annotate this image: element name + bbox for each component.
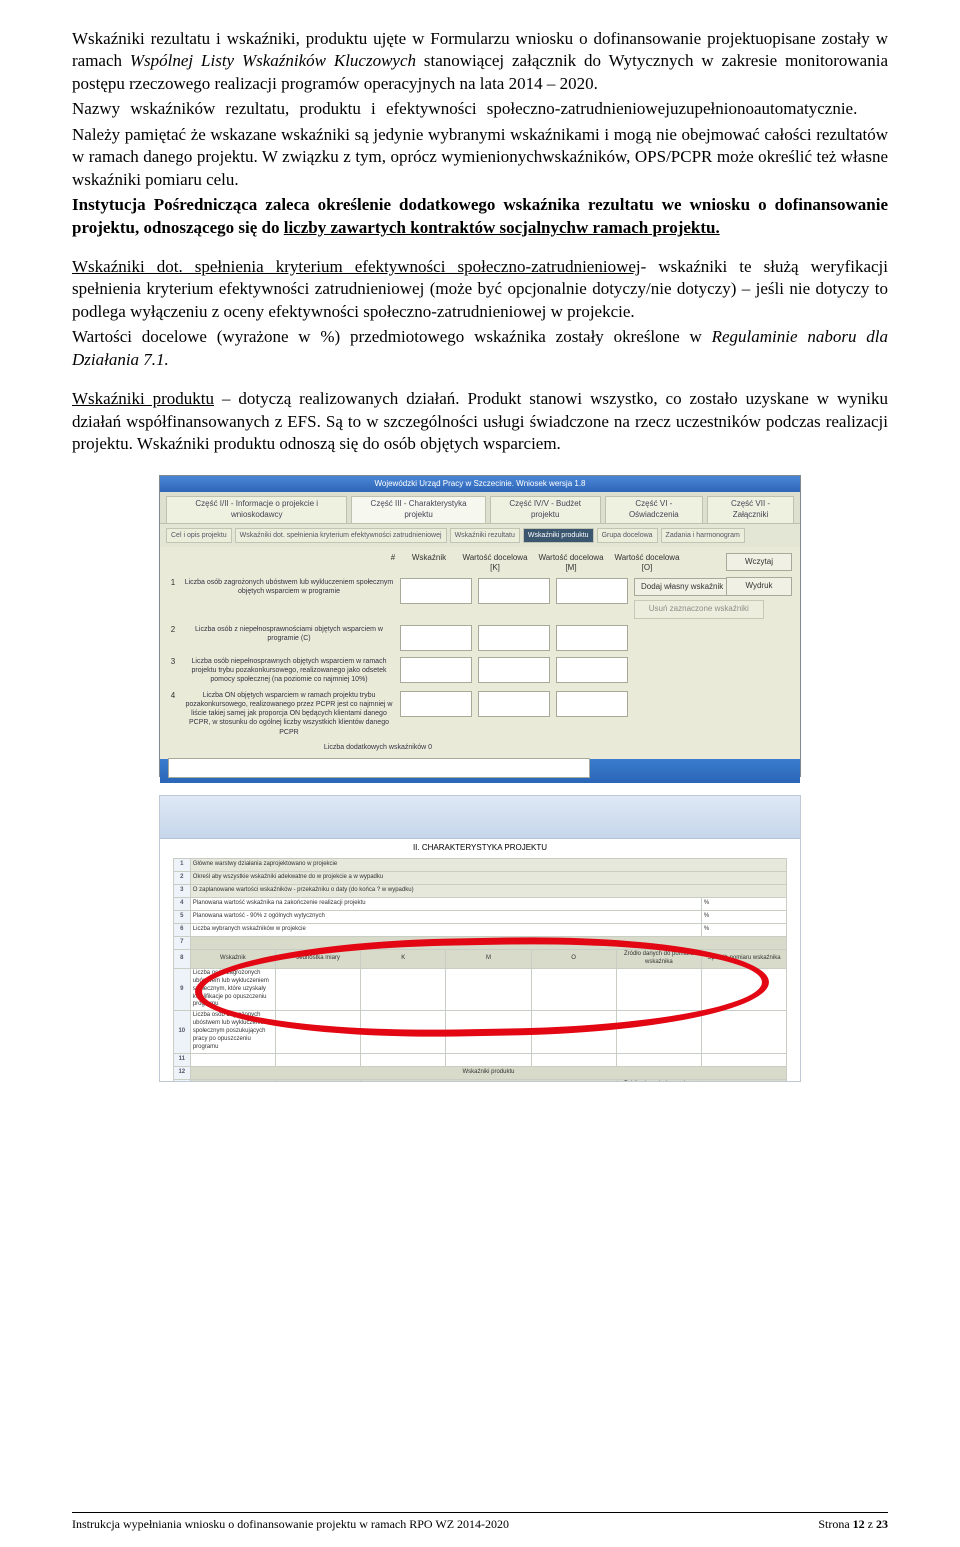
section2: Wskaźniki produktu: [190, 1066, 786, 1079]
extra-label: Liczba dodatkowych wskaźników 0: [168, 743, 588, 752]
subtab-zadania[interactable]: Zadania i harmonogram: [661, 528, 745, 543]
row3-k[interactable]: [400, 657, 472, 683]
tab-decl[interactable]: Część VI - Oświadczenia: [605, 496, 703, 522]
footer-right: Strona 12 z 23: [818, 1517, 888, 1533]
app-tabs: Część I/II - Informacje o projekcie i wn…: [160, 492, 800, 523]
paragraph-3: Należy pamiętać że wskazane wskaźniki są…: [72, 124, 888, 191]
row3-m[interactable]: [478, 657, 550, 683]
subtab-efekt[interactable]: Wskaźniki dot. spełnienia kryterium efek…: [235, 528, 447, 543]
p2-b: zatrudnieniowejuzupełnionoautomatycznie.: [560, 99, 857, 118]
app-subtabs: Cel i opis projektu Wskaźniki dot. spełn…: [160, 524, 800, 547]
col-hash: #: [388, 553, 398, 574]
paragraph-7: Wskaźniki produktu – dotyczą realizowany…: [72, 388, 888, 455]
th2-jm: Jednostka miary: [275, 1079, 360, 1082]
extra-input[interactable]: [168, 758, 590, 778]
col-o: Wartość docelowa [O]: [612, 553, 682, 574]
row3-o[interactable]: [556, 657, 628, 683]
th2-wd: Wartość docelowa: [361, 1079, 617, 1082]
tab-budget[interactable]: Część IV/V - Budżet projektu: [490, 496, 601, 522]
tab-char[interactable]: Część III - Charakterystyka projektu: [351, 496, 485, 522]
row4-idx: 4: [168, 691, 178, 702]
rownum: 1: [173, 858, 190, 871]
row4-m[interactable]: [478, 691, 550, 717]
row2-k[interactable]: [400, 625, 472, 651]
paragraph-6: Wartości docelowe (wyrażone w %) przedmi…: [72, 326, 888, 371]
row3-idx: 3: [168, 657, 178, 668]
paragraph-1: Wskaźniki rezultatu i wskaźniki, produkt…: [72, 28, 888, 95]
col-m: Wartość docelowa [M]: [536, 553, 606, 574]
th2-src: Źródło danych do pomiaru wskaźnika: [616, 1079, 701, 1082]
row1-m[interactable]: [478, 578, 550, 604]
th2-wsk: Wskaźnik: [190, 1079, 275, 1082]
btn-del[interactable]: Usuń zaznaczone wskaźniki: [634, 600, 764, 619]
p6-a: Wartości docelowe (wyrażone w %) przedmi…: [72, 327, 712, 346]
btn-wczytaj[interactable]: Wczytaj: [726, 553, 792, 572]
xr4: Planowana wartość wskaźnika na zakończen…: [190, 897, 701, 910]
row2-label: Liczba osób z niepełnosprawnościami obję…: [184, 625, 394, 643]
excel-title: II. CHARAKTERYSTYKA PROJEKTU: [160, 839, 800, 858]
paragraph-2: Nazwy wskaźników rezultatu, produktu i e…: [72, 98, 888, 120]
page-footer: Instrukcja wypełniania wniosku o dofinan…: [72, 1512, 888, 1533]
paragraph-5: Wskaźniki dot. spełnienia kryterium efek…: [72, 256, 888, 323]
xr1: Główne warstwy działania zaprojektowano …: [190, 858, 786, 871]
xr6: Liczba wybranych wskaźników w projekcie: [190, 923, 701, 936]
row2-m[interactable]: [478, 625, 550, 651]
paragraph-4: Instytucja Pośrednicząca zaleca określen…: [72, 194, 888, 239]
p7-ul: Wskaźniki produktu: [72, 389, 214, 408]
row4-label: Liczba ON objętych wsparciem w ramach pr…: [184, 691, 394, 737]
row3-label: Liczba osób niepełnosprawnych objętych w…: [184, 657, 394, 685]
subtab-cel[interactable]: Cel i opis projektu: [166, 528, 232, 543]
p4-ul: liczby zawartych kontraktów socjalnychw …: [284, 218, 720, 237]
excel-screenshot: II. CHARAKTERYSTYKA PROJEKTU 1Główne war…: [159, 795, 801, 1082]
subtab-grupa[interactable]: Grupa docelowa: [597, 528, 658, 543]
row2-idx: 2: [168, 625, 178, 636]
app-screenshot: Wojewódzki Urząd Pracy w Szczecinie. Wni…: [159, 475, 801, 777]
tab-attach[interactable]: Część VII - Załączniki: [707, 496, 794, 522]
col-k: Wartość docelowa [K]: [460, 553, 530, 574]
p2-a: Nazwy wskaźników rezultatu, produktu i e…: [72, 99, 560, 118]
row1-idx: 1: [168, 578, 178, 589]
tab-info[interactable]: Część I/II - Informacje o projekcie i wn…: [166, 496, 347, 522]
p5-ul: Wskaźniki dot. spełnienia kryterium efek…: [72, 257, 641, 276]
th2-meth: Sposób pomiaru wskaźnika: [701, 1079, 786, 1082]
row1-label: Liczba osób zagrożonych ubóstwem lub wyk…: [184, 578, 394, 596]
xr2: Określ aby wszystkie wskaźniki adekwatne…: [190, 871, 786, 884]
row1-k[interactable]: [400, 578, 472, 604]
p1-b: Wspólnej Listy Wskaźników Kluczowych: [130, 51, 416, 70]
footer-left: Instrukcja wypełniania wniosku o dofinan…: [72, 1517, 509, 1533]
app-body: Wczytaj Wydruk # Wskaźnik Wartość docelo…: [160, 547, 800, 759]
subtab-produkt[interactable]: Wskaźniki produktu: [523, 528, 594, 543]
xr5: Planowana wartość - 90% z ogólnych wytyc…: [190, 910, 701, 923]
subtab-rezult[interactable]: Wskaźniki rezultatu: [450, 528, 520, 543]
app-titlebar: Wojewódzki Urząd Pracy w Szczecinie. Wni…: [160, 476, 800, 492]
row4-k[interactable]: [400, 691, 472, 717]
row2-o[interactable]: [556, 625, 628, 651]
col-wsk: Wskaźnik: [404, 553, 454, 574]
excel-ribbon: [160, 796, 800, 839]
xr3: O zaplanowane wartości wskaźników - prze…: [190, 884, 786, 897]
row4-o[interactable]: [556, 691, 628, 717]
btn-wydruk[interactable]: Wydruk: [726, 577, 792, 596]
row1-o[interactable]: [556, 578, 628, 604]
